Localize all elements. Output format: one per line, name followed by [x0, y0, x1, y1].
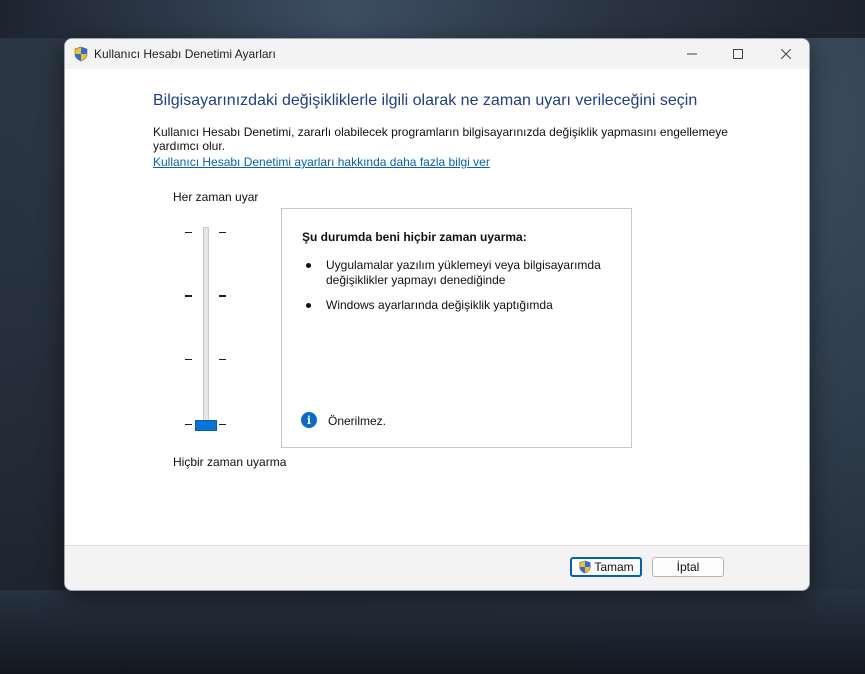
- learn-more-link[interactable]: Kullanıcı Hesabı Denetimi ayarları hakkı…: [153, 155, 490, 169]
- page-heading: Bilgisayarınızdaki değişikliklerle ilgil…: [153, 92, 698, 109]
- maximize-icon: [733, 49, 743, 59]
- slider-tick: [185, 232, 192, 233]
- info-bullet: Uygulamalar yazılım yüklemeyi veya bilgi…: [326, 258, 601, 287]
- ok-button-label: Tamam: [594, 560, 634, 574]
- uac-shield-icon: [579, 560, 591, 574]
- info-panel-title: Şu durumda beni hiçbir zaman uyarma:: [302, 230, 527, 244]
- ok-button[interactable]: Tamam: [570, 557, 642, 577]
- uac-shield-icon: [74, 46, 88, 62]
- desktop-wallpaper-top: [0, 0, 865, 38]
- info-note: Önerilmez.: [328, 414, 387, 428]
- slider-tick: [185, 359, 192, 360]
- slider-top-label: Her zaman uyar: [173, 190, 259, 204]
- close-button[interactable]: [763, 39, 809, 69]
- notification-slider-thumb[interactable]: [195, 420, 217, 431]
- slider-tick: [219, 295, 226, 297]
- uac-settings-window: Kullanıcı Hesabı Denetimi Ayarları Bilgi…: [64, 38, 810, 591]
- window-title: Kullanıcı Hesabı Denetimi Ayarları: [94, 47, 276, 61]
- desktop-wallpaper-bottom: [0, 590, 865, 674]
- slider-tick: [185, 295, 192, 297]
- maximize-button[interactable]: [715, 39, 761, 69]
- info-bullet: Windows ayarlarında değişiklik yaptığımd…: [326, 298, 553, 312]
- info-icon: i: [301, 412, 317, 428]
- dialog-footer: Tamam İptal: [65, 545, 809, 590]
- info-panel: Şu durumda beni hiçbir zaman uyarma: Uyg…: [281, 208, 632, 448]
- minimize-icon: [687, 53, 697, 55]
- title-bar[interactable]: Kullanıcı Hesabı Denetimi Ayarları: [65, 39, 809, 69]
- minimize-button[interactable]: [669, 39, 715, 69]
- slider-tick: [185, 424, 192, 425]
- slider-tick: [219, 424, 226, 425]
- slider-tick: [219, 232, 226, 233]
- close-icon: [781, 49, 791, 59]
- notification-slider-track[interactable]: [203, 227, 209, 430]
- cancel-button[interactable]: İptal: [652, 557, 724, 577]
- bullet-dot: [306, 303, 311, 308]
- slider-tick: [219, 359, 226, 360]
- description-text: Kullanıcı Hesabı Denetimi, zararlı olabi…: [153, 125, 728, 153]
- cancel-button-label: İptal: [676, 560, 700, 574]
- slider-bottom-label: Hiçbir zaman uyarma: [173, 455, 287, 469]
- bullet-dot: [306, 263, 311, 268]
